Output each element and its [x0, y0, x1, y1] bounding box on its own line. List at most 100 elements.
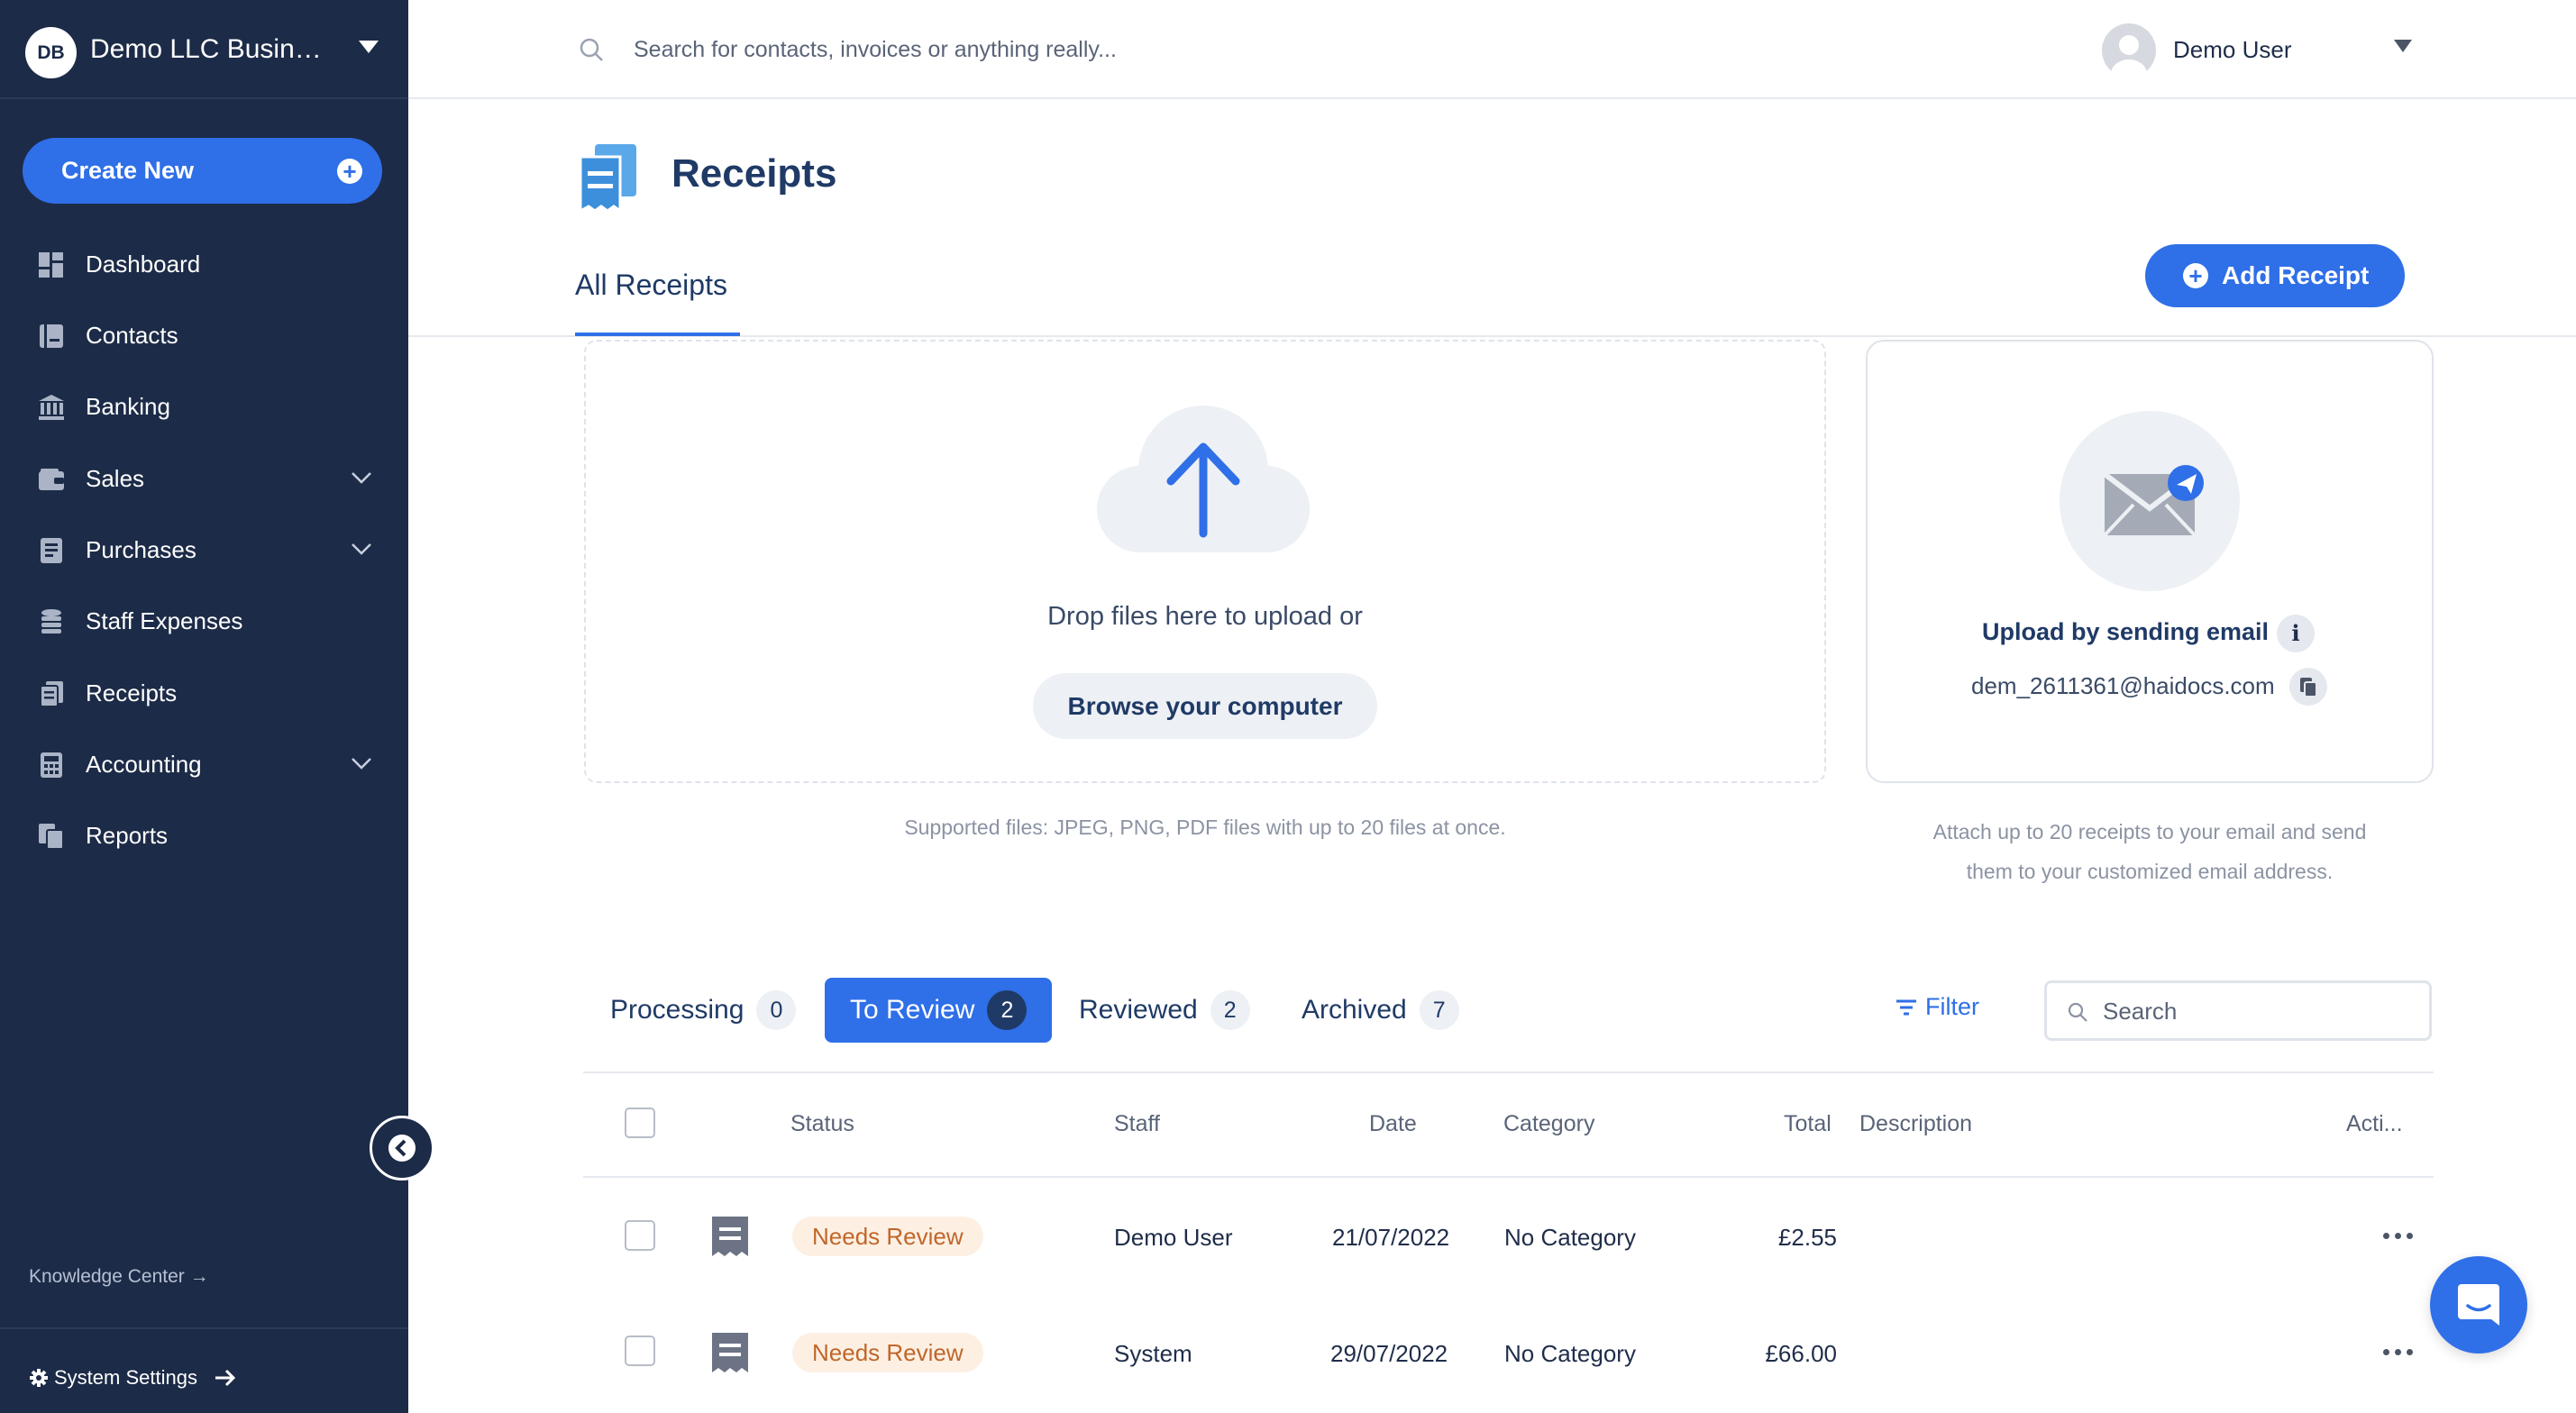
- sidebar-item-banking[interactable]: Banking: [0, 378, 408, 435]
- sidebar-item-label: Accounting: [86, 750, 202, 778]
- plus-circle-icon: +: [337, 159, 362, 184]
- sidebar-item-label: Receipts: [86, 679, 178, 706]
- tab-to-review[interactable]: To Review 2: [825, 978, 1053, 1043]
- gear-icon: [30, 1369, 48, 1387]
- system-settings-label: System Settings: [54, 1366, 197, 1389]
- dashboard-icon: [39, 252, 63, 278]
- arrow-right-icon: [215, 1369, 236, 1387]
- company-avatar: DB: [25, 27, 77, 78]
- email-upload-title: Upload by sending email: [1866, 618, 2434, 646]
- caret-down-icon[interactable]: [359, 41, 379, 53]
- tab-label: Reviewed: [1079, 995, 1198, 1025]
- create-new-label: Create New: [61, 157, 195, 184]
- column-header-total[interactable]: Total: [1784, 1111, 1832, 1137]
- column-header-actions: Acti...: [2346, 1111, 2403, 1136]
- receipt-icon: [712, 1333, 748, 1372]
- chevron-left-icon: [388, 1135, 416, 1162]
- knowledge-center-link[interactable]: Knowledge Center →: [29, 1266, 209, 1288]
- global-search-input[interactable]: [634, 27, 1445, 72]
- receipt-icon: [40, 681, 63, 707]
- search-icon: [580, 38, 603, 61]
- column-header-staff[interactable]: Staff: [1114, 1111, 1160, 1137]
- cell-total: £66.00: [1765, 1340, 1837, 1367]
- sidebar-item-reports[interactable]: Reports: [0, 807, 408, 864]
- cell-date: 29/07/2022: [1330, 1340, 1448, 1367]
- info-icon[interactable]: i: [2277, 615, 2315, 652]
- sidebar-item-dashboard[interactable]: Dashboard: [0, 235, 408, 293]
- cell-staff: Demo User: [1114, 1224, 1233, 1251]
- sidebar-item-contacts[interactable]: Contacts: [0, 306, 408, 364]
- tab-reviewed[interactable]: Reviewed 2: [1079, 978, 1250, 1043]
- column-header-date[interactable]: Date: [1369, 1111, 1417, 1137]
- email-upload-title-text: Upload by sending email: [1981, 618, 2270, 645]
- tab-label: Processing: [610, 995, 744, 1025]
- avatar[interactable]: [2102, 23, 2156, 77]
- sidebar-item-label: Reports: [86, 821, 169, 849]
- plus-circle-icon: +: [2183, 263, 2208, 288]
- company-switcher[interactable]: DB Demo LLC Business: [0, 0, 408, 99]
- search-icon: [2068, 1002, 2087, 1022]
- email-help-line: Attach up to 20 receipts to your email a…: [1932, 820, 2367, 843]
- envelope-icon: [2103, 465, 2204, 537]
- company-name[interactable]: Demo LLC Business: [90, 34, 324, 65]
- top-bar: Demo User: [408, 0, 2576, 99]
- browse-computer-button[interactable]: Browse your computer: [1033, 673, 1377, 739]
- chat-icon: [2458, 1284, 2499, 1326]
- row-checkbox[interactable]: [625, 1220, 655, 1251]
- add-receipt-button[interactable]: + Add Receipt: [2145, 244, 2405, 307]
- sidebar-item-label: Staff Expenses: [86, 606, 243, 634]
- tab-label: To Review: [850, 995, 975, 1025]
- sidebar-item-receipts[interactable]: Receipts: [0, 664, 408, 722]
- sidebar-item-label: Purchases: [86, 535, 196, 563]
- tab-count-badge: 2: [987, 990, 1028, 1030]
- sidebar-item-accounting[interactable]: Accounting: [0, 735, 408, 793]
- tab-count-badge: 7: [1419, 990, 1459, 1030]
- sidebar: DB Demo LLC Business Create New + Dashbo…: [0, 0, 408, 1413]
- cell-date: 21/07/2022: [1332, 1224, 1450, 1251]
- filter-button[interactable]: Filter: [1895, 993, 1979, 1021]
- chevron-down-icon[interactable]: [350, 537, 373, 561]
- tab-processing[interactable]: Processing 0: [610, 978, 797, 1043]
- cell-category: No Category: [1504, 1340, 1636, 1367]
- caret-down-icon[interactable]: [2394, 40, 2412, 52]
- bank-icon: [39, 395, 64, 420]
- user-name[interactable]: Demo User: [2173, 36, 2291, 64]
- table-search-input[interactable]: [2103, 992, 2418, 1030]
- divider: [583, 1176, 2434, 1178]
- reports-icon: [39, 824, 64, 850]
- chat-launcher-button[interactable]: [2430, 1256, 2527, 1354]
- chevron-down-icon[interactable]: [350, 466, 373, 489]
- column-header-description[interactable]: Description: [1859, 1111, 1972, 1137]
- chevron-down-icon[interactable]: [350, 752, 373, 775]
- status-badge: Needs Review: [792, 1217, 983, 1256]
- filter-label: Filter: [1925, 993, 1979, 1020]
- tab-all-receipts[interactable]: All Receipts: [575, 269, 727, 302]
- sidebar-item-sales[interactable]: Sales: [0, 450, 408, 507]
- sidebar-item-label: Dashboard: [86, 250, 201, 278]
- user-icon: [2111, 35, 2147, 77]
- column-header-status[interactable]: Status: [790, 1111, 854, 1137]
- more-actions-icon[interactable]: [2381, 1346, 2417, 1357]
- more-actions-icon[interactable]: [2381, 1230, 2417, 1241]
- select-all-checkbox[interactable]: [625, 1108, 655, 1138]
- receipt-icon: [712, 1217, 748, 1256]
- create-new-button[interactable]: Create New +: [23, 138, 382, 204]
- sidebar-item-label: Banking: [86, 392, 170, 420]
- row-checkbox[interactable]: [625, 1336, 655, 1366]
- sidebar-item-label: Sales: [86, 464, 145, 492]
- mail-illustration: [2060, 411, 2240, 591]
- sidebar-item-purchases[interactable]: Purchases: [0, 521, 408, 579]
- cell-staff: System: [1114, 1340, 1192, 1367]
- tab-archived[interactable]: Archived 7: [1302, 978, 1459, 1043]
- page-title: Receipts: [671, 151, 837, 196]
- sidebar-item-staff-expenses[interactable]: Staff Expenses: [0, 592, 408, 650]
- purchases-icon: [41, 538, 62, 563]
- column-header-category[interactable]: Category: [1503, 1111, 1594, 1137]
- tab-label: Archived: [1302, 995, 1407, 1025]
- copy-glyph: [2300, 678, 2317, 697]
- sidebar-item-label: Contacts: [86, 321, 178, 349]
- system-settings-link[interactable]: System Settings: [29, 1366, 237, 1390]
- copy-icon[interactable]: [2289, 668, 2327, 706]
- collapse-sidebar-button[interactable]: [370, 1116, 434, 1181]
- add-receipt-label: Add Receipt: [2222, 261, 2370, 289]
